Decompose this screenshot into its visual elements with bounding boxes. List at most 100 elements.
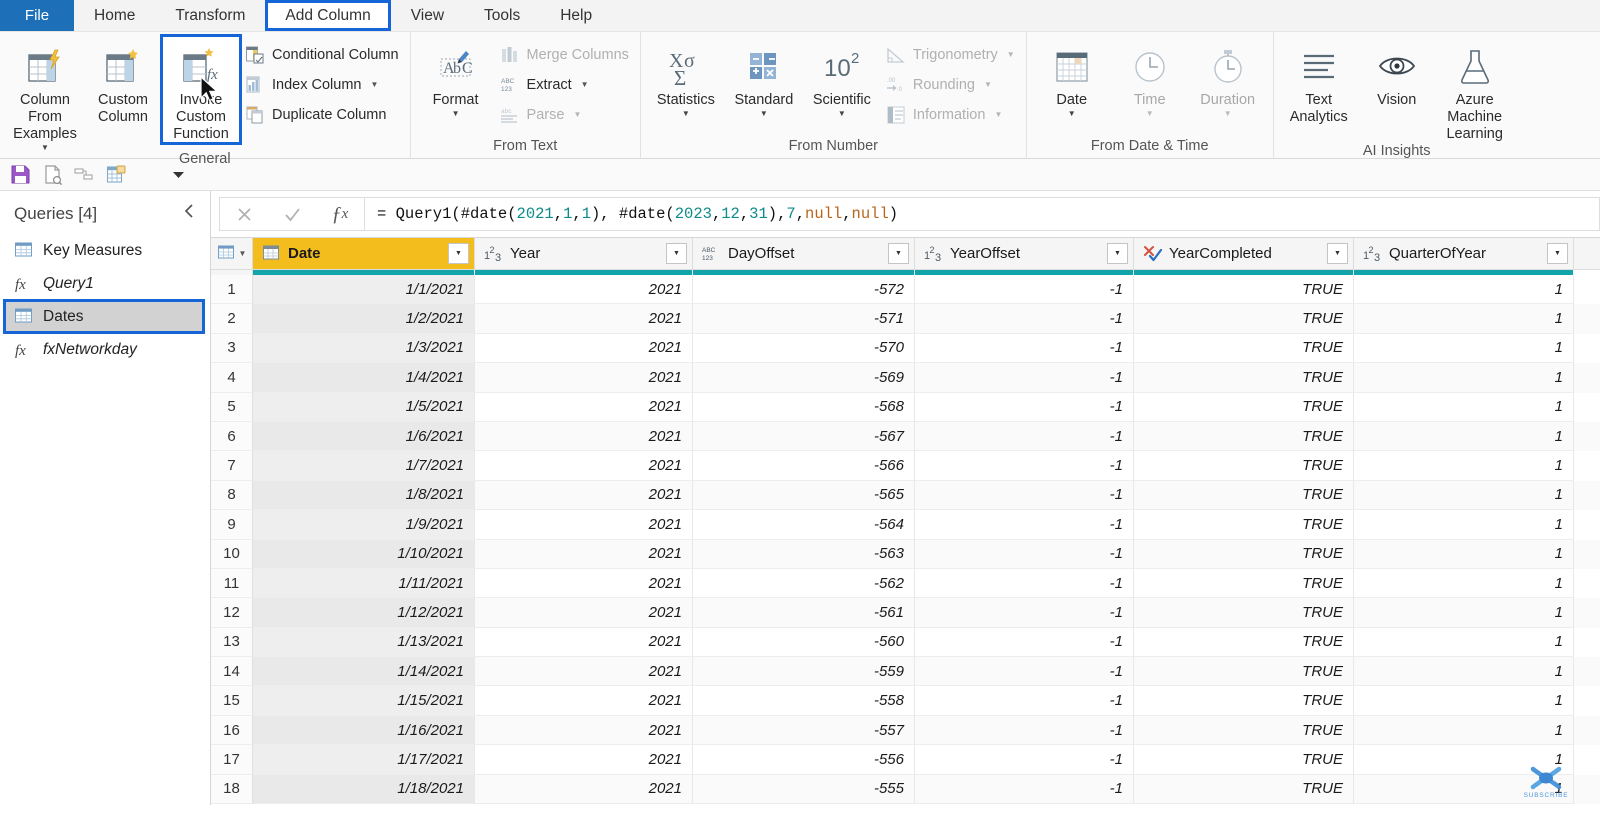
table-row[interactable]: 7 1/7/2021 2021 -566 -1 TRUE 1 — [211, 451, 1600, 481]
cell-yearcompleted[interactable]: TRUE — [1134, 568, 1354, 599]
cell-yearcompleted[interactable]: TRUE — [1134, 774, 1354, 805]
cell-yearcompleted[interactable]: TRUE — [1134, 715, 1354, 746]
ribbon-tab-transform[interactable]: Transform — [155, 0, 265, 31]
cell-year[interactable]: 2021 — [475, 657, 693, 687]
cell-yearcompleted[interactable]: TRUE — [1134, 275, 1354, 305]
cell-year[interactable]: 2021 — [475, 333, 693, 364]
cell-year[interactable]: 2021 — [475, 598, 693, 628]
cell-dayoffset[interactable]: -569 — [693, 363, 915, 393]
cell-dayoffset[interactable]: -559 — [693, 657, 915, 687]
cell-quarterofyear[interactable]: 1 — [1354, 363, 1574, 393]
close-icon[interactable] — [220, 198, 268, 230]
chevron-down-icon[interactable]: ▼ — [994, 110, 1002, 119]
cell-dayoffset[interactable]: -571 — [693, 304, 915, 334]
table-row[interactable]: 15 1/15/2021 2021 -558 -1 TRUE 1 — [211, 686, 1600, 716]
cell-dayoffset[interactable]: -565 — [693, 480, 915, 511]
table-row[interactable]: 12 1/12/2021 2021 -561 -1 TRUE 1 — [211, 598, 1600, 628]
cell-dayoffset[interactable]: -560 — [693, 627, 915, 658]
cell-yearcompleted[interactable]: TRUE — [1134, 480, 1354, 511]
cell-quarterofyear[interactable]: 1 — [1354, 715, 1574, 746]
cell-yearcompleted[interactable]: TRUE — [1134, 421, 1354, 452]
chevron-down-icon[interactable]: ▼ — [573, 110, 581, 119]
cell-yearoffset[interactable]: -1 — [915, 745, 1134, 775]
cell-date[interactable]: 1/3/2021 — [253, 333, 475, 364]
cell-date[interactable]: 1/8/2021 — [253, 480, 475, 511]
formula-input[interactable]: = Query1(#date(2021, 1, 1), #date(2023, … — [365, 197, 1600, 231]
table-row[interactable]: 14 1/14/2021 2021 -559 -1 TRUE 1 — [211, 657, 1600, 687]
merge-columns-button[interactable]: Merge Columns — [495, 42, 634, 67]
cell-dayoffset[interactable]: -570 — [693, 333, 915, 364]
table-row[interactable]: 13 1/13/2021 2021 -560 -1 TRUE 1 — [211, 627, 1600, 658]
cell-year[interactable]: 2021 — [475, 363, 693, 393]
ribbon-tab-help[interactable]: Help — [540, 0, 612, 31]
duplicate-column-button[interactable]: Duplicate Column — [240, 102, 404, 127]
cell-dayoffset[interactable]: -572 — [693, 275, 915, 305]
cell-date[interactable]: 1/18/2021 — [253, 774, 475, 805]
cell-year[interactable]: 2021 — [475, 715, 693, 746]
cell-year[interactable]: 2021 — [475, 745, 693, 775]
cell-dayoffset[interactable]: -566 — [693, 451, 915, 481]
column-filter-dropdown-icon[interactable]: ▼ — [448, 243, 469, 264]
date-button[interactable]: Date ▼ — [1033, 36, 1111, 118]
cell-quarterofyear[interactable]: 1 — [1354, 451, 1574, 481]
table-row[interactable]: 5 1/5/2021 2021 -568 -1 TRUE 1 — [211, 392, 1600, 422]
cell-date[interactable]: 1/11/2021 — [253, 568, 475, 599]
cell-yearoffset[interactable]: -1 — [915, 304, 1134, 334]
table-row[interactable]: 6 1/6/2021 2021 -567 -1 TRUE 1 — [211, 421, 1600, 452]
cell-dayoffset[interactable]: -555 — [693, 774, 915, 805]
chevron-down-icon[interactable]: ▼ — [760, 110, 768, 118]
cell-date[interactable]: 1/5/2021 — [253, 392, 475, 422]
cell-dayoffset[interactable]: -561 — [693, 598, 915, 628]
check-icon[interactable] — [268, 198, 316, 230]
cell-year[interactable]: 2021 — [475, 304, 693, 334]
chevron-down-icon[interactable]: ▼ — [984, 80, 992, 89]
cell-year[interactable]: 2021 — [475, 480, 693, 511]
cell-year[interactable]: 2021 — [475, 275, 693, 305]
cell-quarterofyear[interactable]: 1 — [1354, 333, 1574, 364]
grid-corner-selector[interactable]: ▼ — [211, 238, 253, 269]
format-button[interactable]: A b C Format ▼ — [417, 36, 495, 118]
cell-year[interactable]: 2021 — [475, 774, 693, 805]
ribbon-tab-add-column[interactable]: Add Column — [265, 0, 391, 31]
cell-dayoffset[interactable]: -564 — [693, 510, 915, 540]
time-button[interactable]: Time ▼ — [1111, 36, 1189, 118]
column-from-examples-button[interactable]: Column From Examples ▼ — [6, 36, 84, 152]
cell-yearcompleted[interactable]: TRUE — [1134, 304, 1354, 334]
cell-yearoffset[interactable]: -1 — [915, 598, 1134, 628]
cell-yearcompleted[interactable]: TRUE — [1134, 539, 1354, 569]
cell-dayoffset[interactable]: -556 — [693, 745, 915, 775]
column-header-yearcompleted[interactable]: YearCompleted ▼ — [1134, 238, 1354, 269]
rounding-button[interactable]: .00 .0 Rounding ▼ — [881, 72, 1020, 97]
chevron-down-icon[interactable]: ▼ — [1068, 110, 1076, 118]
cell-date[interactable]: 1/10/2021 — [253, 539, 475, 569]
cell-date[interactable]: 1/9/2021 — [253, 510, 475, 540]
fx-icon[interactable]: ƒx — [316, 198, 364, 230]
cell-quarterofyear[interactable]: 1 — [1354, 686, 1574, 716]
chevron-left-icon[interactable] — [182, 203, 196, 224]
information-button[interactable]: Information ▼ — [881, 102, 1020, 127]
column-filter-dropdown-icon[interactable]: ▼ — [1327, 243, 1348, 264]
table-row[interactable]: 8 1/8/2021 2021 -565 -1 TRUE 1 — [211, 480, 1600, 511]
extract-button[interactable]: ABC 123 Extract ▼ — [495, 72, 634, 97]
column-filter-dropdown-icon[interactable]: ▼ — [666, 243, 687, 264]
table-row[interactable]: 1 1/1/2021 2021 -572 -1 TRUE 1 — [211, 275, 1600, 305]
column-header-date[interactable]: Date ▼ — [253, 238, 475, 269]
cell-quarterofyear[interactable]: 1 — [1354, 392, 1574, 422]
column-filter-dropdown-icon[interactable]: ▼ — [1547, 243, 1568, 264]
cell-yearcompleted[interactable]: TRUE — [1134, 451, 1354, 481]
cell-quarterofyear[interactable]: 1 — [1354, 774, 1574, 805]
chevron-down-icon[interactable]: ▼ — [1146, 110, 1154, 118]
column-header-quarterofyear[interactable]: 1 2 3 QuarterOfYear ▼ — [1354, 238, 1574, 269]
cell-quarterofyear[interactable]: 1 — [1354, 568, 1574, 599]
cell-quarterofyear[interactable]: 1 — [1354, 657, 1574, 687]
cell-yearoffset[interactable]: -1 — [915, 774, 1134, 805]
cell-dayoffset[interactable]: -567 — [693, 421, 915, 452]
cell-yearoffset[interactable]: -1 — [915, 627, 1134, 658]
cell-yearcompleted[interactable]: TRUE — [1134, 745, 1354, 775]
cell-year[interactable]: 2021 — [475, 568, 693, 599]
cell-yearoffset[interactable]: -1 — [915, 657, 1134, 687]
azure-machine-learning-button[interactable]: Azure Machine Learning — [1436, 36, 1514, 143]
table-row[interactable]: 18 1/18/2021 2021 -555 -1 TRUE 1 — [211, 774, 1600, 805]
chevron-down-icon[interactable]: ▼ — [370, 80, 378, 89]
cell-yearoffset[interactable]: -1 — [915, 275, 1134, 305]
